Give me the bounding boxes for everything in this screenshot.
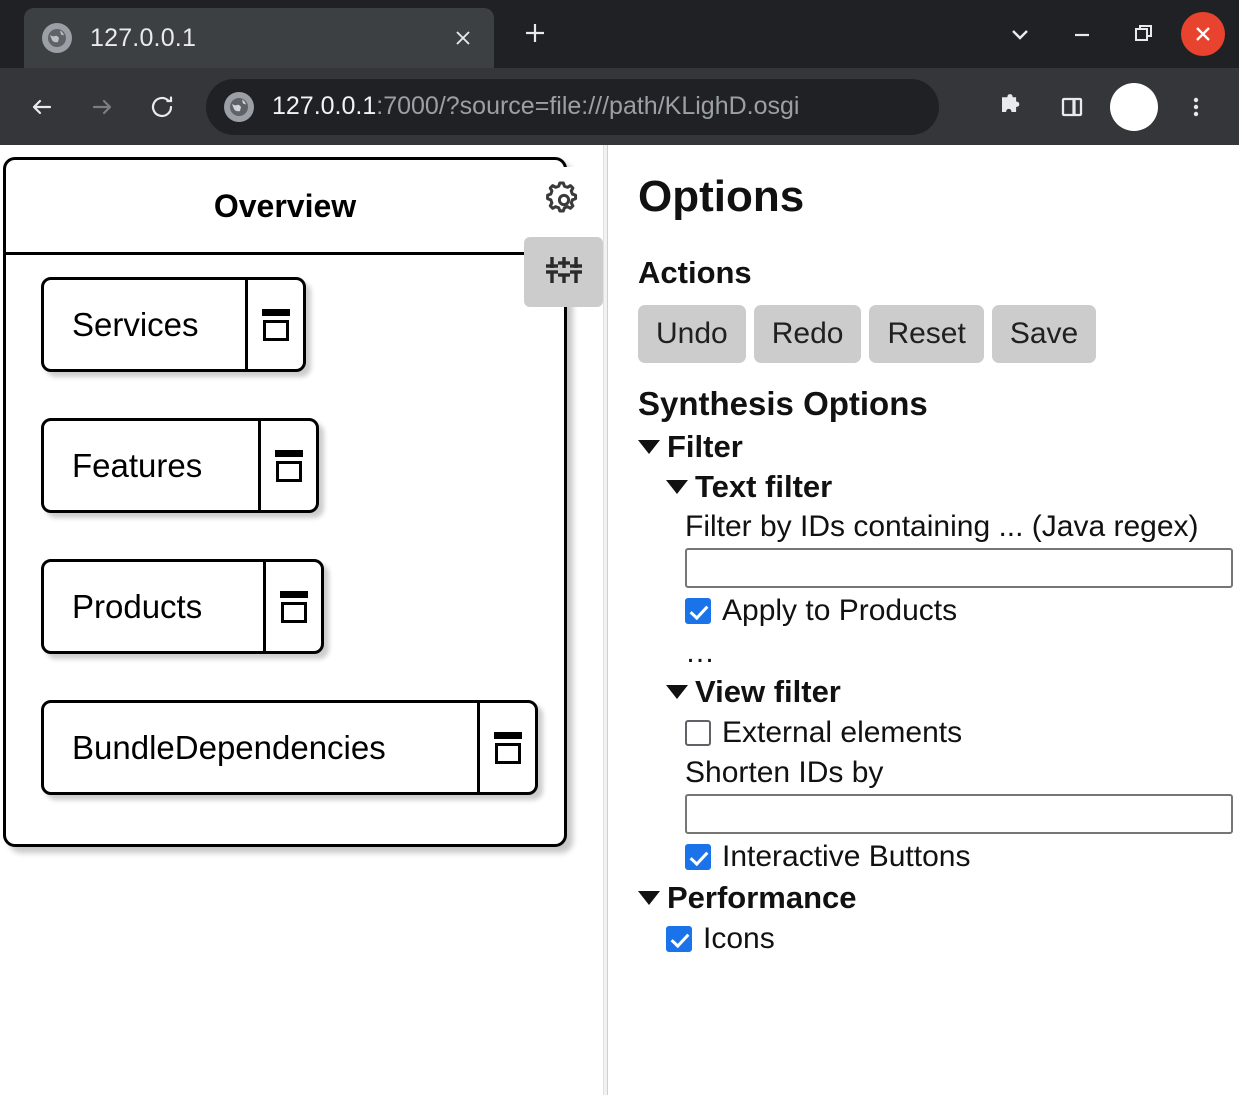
window-close-button[interactable]	[1175, 0, 1231, 68]
window-controls	[989, 0, 1231, 68]
diagram-node-features[interactable]: Features	[41, 418, 319, 513]
caret-down-icon	[638, 890, 660, 905]
tree-group-performance[interactable]: Performance	[638, 880, 1239, 916]
avatar[interactable]	[1105, 78, 1163, 136]
reset-button[interactable]: Reset	[869, 305, 984, 363]
tree-group-text-filter[interactable]: Text filter	[638, 469, 1239, 505]
shorten-ids-label: Shorten IDs by	[685, 755, 884, 789]
synthesis-options-heading: Synthesis Options	[638, 384, 928, 422]
diagram-options-button[interactable]	[524, 167, 603, 237]
tree-group-view-filter-label: View filter	[695, 673, 841, 709]
diagram-toolbar	[524, 167, 603, 307]
address-bar[interactable]: 127.0.0.1:7000/?source=file:///path/KLig…	[206, 78, 939, 135]
address-bar-host: 127.0.0.1	[272, 92, 377, 120]
diagram-pane[interactable]: Overview Services Features Products Bund…	[0, 145, 603, 1095]
more-options-ellipsis[interactable]: …	[638, 636, 1239, 670]
actions-heading: Actions	[638, 255, 752, 291]
expand-node-icon[interactable]	[477, 703, 535, 792]
id-filter-label: Filter by IDs containing ... (Java regex…	[685, 509, 1199, 543]
browser-tab[interactable]: 127.0.0.1	[24, 8, 494, 68]
apply-to-products-row[interactable]: Apply to Products	[685, 594, 1239, 628]
apply-to-products-checkbox[interactable]	[685, 597, 711, 624]
caret-down-icon	[638, 439, 660, 454]
avatar-icon	[1110, 82, 1158, 131]
side-panel-icon[interactable]	[1043, 78, 1101, 136]
icons-label: Icons	[703, 921, 775, 955]
tree-group-filter[interactable]: Filter	[638, 429, 1239, 465]
expand-node-icon[interactable]	[245, 280, 303, 369]
diagram-node-products[interactable]: Products	[41, 559, 324, 654]
options-pane: Options Actions Undo Redo Reset Save Syn…	[608, 145, 1239, 1095]
sliders-icon	[541, 247, 587, 298]
undo-button[interactable]: Undo	[638, 305, 746, 363]
caret-down-icon	[666, 684, 688, 699]
page-content: Overview Services Features Products Bund…	[0, 145, 1239, 1095]
diagram-node-label: BundleDependencies	[72, 728, 386, 766]
back-arrow-icon[interactable]	[14, 79, 70, 135]
reload-icon[interactable]	[134, 79, 190, 135]
chevron-down-icon[interactable]	[989, 0, 1051, 68]
diagram-node-label: Features	[72, 446, 203, 484]
view-filter-group: External elements Shorten IDs by Interac…	[638, 716, 1239, 874]
caret-down-icon	[666, 479, 688, 494]
address-bar-path: :7000/?source=file:///path/KLighD.osgi	[376, 92, 800, 120]
three-dot-menu-icon[interactable]	[1167, 78, 1225, 136]
toolbar-actions	[981, 78, 1225, 136]
page-title: Options	[638, 172, 805, 221]
tab-close-icon[interactable]	[446, 21, 480, 55]
save-button[interactable]: Save	[991, 305, 1097, 363]
globe-icon	[42, 23, 72, 53]
tree-group-filter-label: Filter	[667, 428, 743, 464]
actions-row: Undo Redo Reset Save	[638, 305, 1239, 363]
id-filter-input[interactable]	[685, 547, 1233, 588]
diagram-container-title: Overview	[6, 160, 564, 255]
tree-group-view-filter[interactable]: View filter	[638, 674, 1239, 710]
synthesis-options-button[interactable]	[524, 237, 603, 307]
tab-strip: 127.0.0.1	[0, 0, 1239, 68]
new-tab-button[interactable]	[512, 10, 558, 56]
forward-arrow-icon[interactable]	[74, 79, 130, 135]
diagram-node-services[interactable]: Services	[41, 277, 306, 372]
tab-title: 127.0.0.1	[90, 23, 197, 52]
apply-to-products-label: Apply to Products	[722, 593, 958, 627]
browser-toolbar: 127.0.0.1:7000/?source=file:///path/KLig…	[0, 68, 1239, 145]
tree-group-performance-label: Performance	[667, 879, 857, 915]
browser-window: 127.0.0.1 127.0.0.1:7000/?source=file://…	[0, 0, 1239, 1095]
external-elements-row[interactable]: External elements	[685, 716, 1239, 750]
globe-icon	[224, 91, 254, 122]
restore-icon[interactable]	[1113, 0, 1175, 68]
minimize-icon[interactable]	[1051, 0, 1113, 68]
interactive-buttons-checkbox[interactable]	[685, 843, 711, 870]
address-bar-url: 127.0.0.1:7000/?source=file:///path/KLig…	[272, 92, 799, 121]
icons-row[interactable]: Icons	[666, 922, 1239, 956]
expand-node-icon[interactable]	[263, 562, 321, 651]
puzzle-piece-icon[interactable]	[981, 78, 1039, 136]
external-elements-checkbox[interactable]	[685, 719, 711, 746]
expand-node-icon[interactable]	[258, 421, 316, 510]
diagram-container-overview[interactable]: Overview Services Features Products Bund…	[3, 157, 567, 847]
shorten-ids-input[interactable]	[685, 793, 1233, 834]
redo-button[interactable]: Redo	[753, 305, 862, 363]
icons-checkbox[interactable]	[666, 925, 692, 952]
close-icon	[1181, 12, 1225, 56]
external-elements-label: External elements	[722, 715, 963, 749]
performance-group: Icons	[638, 922, 1239, 956]
tree-group-text-filter-label: Text filter	[695, 468, 833, 504]
diagram-node-bundledependencies[interactable]: BundleDependencies	[41, 700, 538, 795]
diagram-node-label: Products	[72, 587, 203, 625]
id-filter-field-group: Filter by IDs containing ... (Java regex…	[638, 510, 1239, 628]
gear-icon	[542, 178, 586, 227]
interactive-buttons-row[interactable]: Interactive Buttons	[685, 840, 1239, 874]
interactive-buttons-label: Interactive Buttons	[722, 839, 971, 873]
diagram-node-label: Services	[72, 305, 199, 343]
